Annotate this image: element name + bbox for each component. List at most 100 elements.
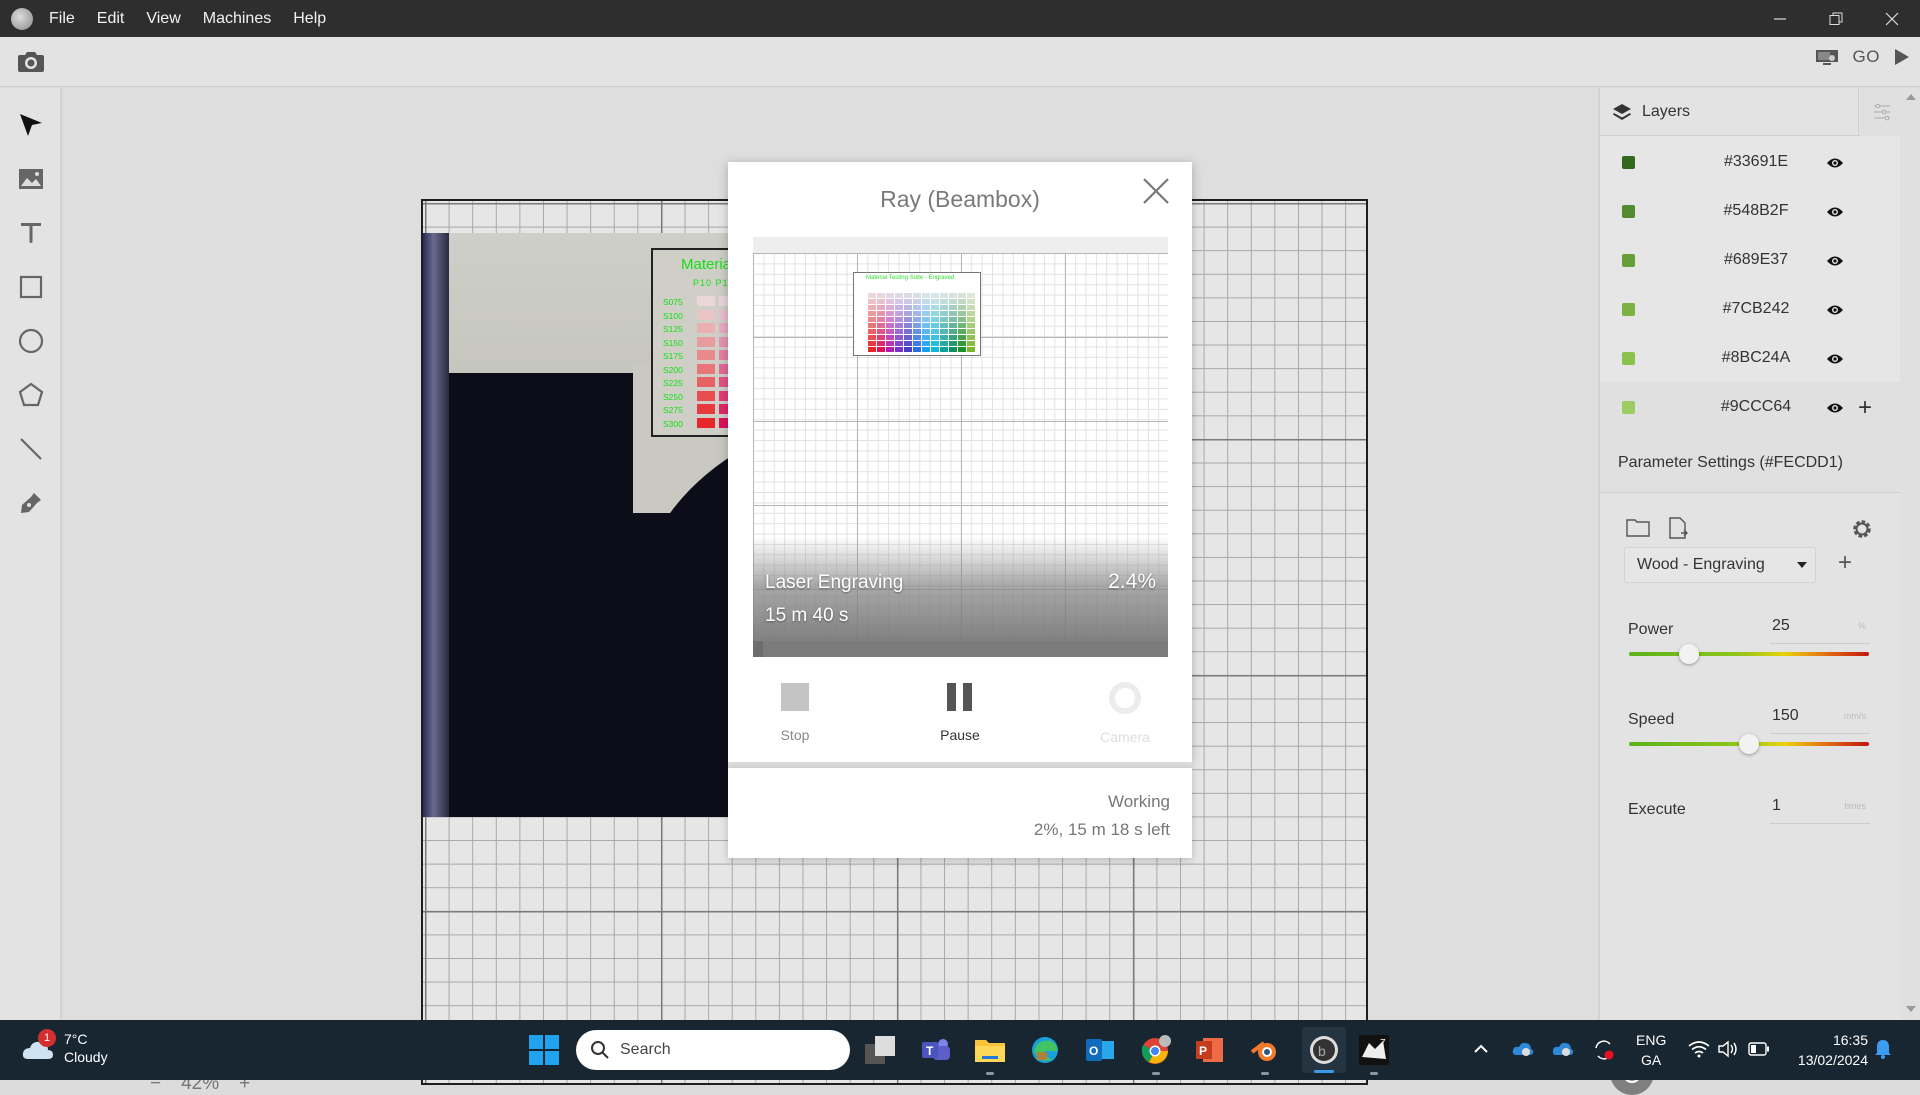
minimize-button[interactable] bbox=[1752, 0, 1808, 37]
menu-help[interactable]: Help bbox=[293, 10, 326, 28]
pen-tool[interactable] bbox=[16, 488, 46, 518]
preview-swatch bbox=[877, 311, 885, 316]
taskbar-powerpoint[interactable]: P bbox=[1192, 1032, 1228, 1068]
preview-swatch bbox=[886, 323, 894, 328]
layer-color-swatch[interactable] bbox=[1622, 401, 1635, 414]
layer-row[interactable]: #8BC24A bbox=[1600, 334, 1900, 384]
scroll-down-icon[interactable] bbox=[1906, 1006, 1916, 1012]
ellipse-tool[interactable] bbox=[16, 326, 46, 356]
add-preset-button[interactable]: + bbox=[1838, 549, 1852, 577]
layer-name[interactable]: #8BC24A bbox=[1696, 349, 1816, 367]
sync-icon[interactable] bbox=[1592, 1038, 1616, 1062]
test-swatch bbox=[697, 390, 715, 401]
taskbar-outlook[interactable]: O bbox=[1082, 1032, 1118, 1068]
taskbar-rhino[interactable]: 7 bbox=[1356, 1032, 1392, 1075]
eye-icon[interactable] bbox=[1826, 254, 1844, 268]
volume-icon[interactable] bbox=[1718, 1040, 1740, 1058]
go-button-label[interactable]: GO bbox=[1853, 47, 1880, 67]
select-tool[interactable] bbox=[16, 110, 46, 140]
taskbar-chrome[interactable] bbox=[1138, 1032, 1174, 1075]
layer-row[interactable]: #7CB242 bbox=[1600, 285, 1900, 335]
monitor-close-button[interactable] bbox=[1141, 176, 1171, 206]
layer-name[interactable]: #548B2F bbox=[1696, 202, 1816, 220]
onedrive-icon[interactable] bbox=[1512, 1040, 1534, 1058]
text-tool[interactable] bbox=[16, 218, 46, 248]
battery-icon[interactable] bbox=[1748, 1042, 1770, 1056]
layer-color-swatch[interactable] bbox=[1622, 303, 1635, 316]
weather-widget[interactable]: 1 7°C Cloudy bbox=[20, 1029, 108, 1066]
system-clock[interactable]: 16:35 13/02/2024 bbox=[1798, 1030, 1868, 1070]
wifi-icon[interactable] bbox=[1688, 1040, 1710, 1058]
restore-button[interactable] bbox=[1808, 0, 1864, 37]
layer-name[interactable]: #33691E bbox=[1696, 153, 1816, 171]
taskbar-file-explorer[interactable] bbox=[972, 1032, 1008, 1075]
taskbar-task-view[interactable] bbox=[862, 1032, 898, 1068]
chevron-up-icon[interactable] bbox=[1474, 1044, 1488, 1054]
layer-name[interactable]: #9CCC64 bbox=[1696, 398, 1816, 416]
frame-preview-icon[interactable] bbox=[1815, 48, 1839, 66]
power-slider-thumb[interactable] bbox=[1679, 644, 1699, 664]
eye-icon[interactable] bbox=[1826, 401, 1844, 415]
preset-dropdown[interactable]: Wood - Engraving bbox=[1624, 547, 1816, 583]
layer-row[interactable]: #33691E bbox=[1600, 138, 1900, 188]
rectangle-tool[interactable] bbox=[16, 272, 46, 302]
job-progress-fill bbox=[753, 641, 763, 657]
machine-monitor-dialog: Ray (Beambox) Material Testing Suite - E… bbox=[728, 162, 1192, 768]
layer-color-swatch[interactable] bbox=[1622, 254, 1635, 267]
stop-button[interactable]: Stop bbox=[750, 682, 840, 743]
taskbar-beam-studio[interactable]: b bbox=[1302, 1027, 1346, 1073]
camera-monitor-button[interactable]: Camera bbox=[1080, 682, 1170, 745]
image-tool[interactable] bbox=[16, 164, 46, 194]
export-file-icon[interactable] bbox=[1668, 517, 1688, 539]
onedrive-icon[interactable] bbox=[1552, 1040, 1574, 1058]
power-slider[interactable] bbox=[1629, 644, 1869, 664]
preview-swatch bbox=[868, 299, 876, 304]
windows-taskbar: 1 7°C Cloudy Search T O P b 7 ENG GA 16:… bbox=[0, 1020, 1920, 1080]
right-panel-scrollbar[interactable] bbox=[1902, 88, 1920, 1020]
layer-options-button[interactable] bbox=[1858, 88, 1904, 136]
menu-edit[interactable]: Edit bbox=[97, 10, 125, 28]
speed-input[interactable]: 150 mm/s bbox=[1770, 707, 1870, 734]
scroll-up-icon[interactable] bbox=[1906, 94, 1916, 100]
gear-icon[interactable] bbox=[1850, 517, 1874, 541]
eye-icon[interactable] bbox=[1826, 303, 1844, 317]
taskbar-search[interactable]: Search bbox=[576, 1030, 850, 1070]
taskbar-blender[interactable] bbox=[1247, 1032, 1283, 1075]
speed-slider-thumb[interactable] bbox=[1739, 734, 1759, 754]
pause-button[interactable]: Pause bbox=[915, 682, 1005, 743]
preview-swatch bbox=[922, 335, 930, 340]
execute-input[interactable]: 1 times bbox=[1770, 797, 1870, 824]
language-indicator[interactable]: ENG GA bbox=[1636, 1030, 1666, 1070]
camera-button[interactable] bbox=[17, 49, 45, 73]
camera-aperture-icon bbox=[1109, 682, 1141, 714]
eye-icon[interactable] bbox=[1826, 156, 1844, 170]
layer-row[interactable]: #548B2F bbox=[1600, 187, 1900, 237]
speed-slider[interactable] bbox=[1629, 734, 1869, 754]
start-button[interactable] bbox=[526, 1032, 562, 1068]
play-icon[interactable] bbox=[1894, 48, 1910, 66]
notification-bell-icon[interactable] bbox=[1874, 1038, 1892, 1060]
layer-row[interactable]: #689E37 bbox=[1600, 236, 1900, 286]
preview-swatch bbox=[940, 317, 948, 322]
folder-icon[interactable] bbox=[1626, 517, 1650, 537]
layer-row[interactable]: #9CCC64 + bbox=[1600, 383, 1900, 433]
test-swatch bbox=[697, 296, 715, 306]
eye-icon[interactable] bbox=[1826, 205, 1844, 219]
window-close-button[interactable] bbox=[1864, 0, 1920, 37]
polygon-tool[interactable] bbox=[16, 380, 46, 410]
layer-name[interactable]: #7CB242 bbox=[1696, 300, 1816, 318]
menu-file[interactable]: File bbox=[49, 10, 75, 28]
eye-icon[interactable] bbox=[1826, 352, 1844, 366]
menu-machines[interactable]: Machines bbox=[203, 10, 271, 28]
layer-color-swatch[interactable] bbox=[1622, 156, 1635, 169]
layer-color-swatch[interactable] bbox=[1622, 205, 1635, 218]
line-tool[interactable] bbox=[16, 434, 46, 464]
preview-swatch bbox=[913, 323, 921, 328]
taskbar-teams[interactable]: T bbox=[918, 1032, 954, 1068]
layer-name[interactable]: #689E37 bbox=[1696, 251, 1816, 269]
power-input[interactable]: 25 % bbox=[1770, 617, 1870, 644]
taskbar-edge[interactable] bbox=[1027, 1032, 1063, 1068]
layer-color-swatch[interactable] bbox=[1622, 352, 1635, 365]
menu-view[interactable]: View bbox=[146, 10, 180, 28]
add-layer-button[interactable]: + bbox=[1858, 396, 1872, 420]
